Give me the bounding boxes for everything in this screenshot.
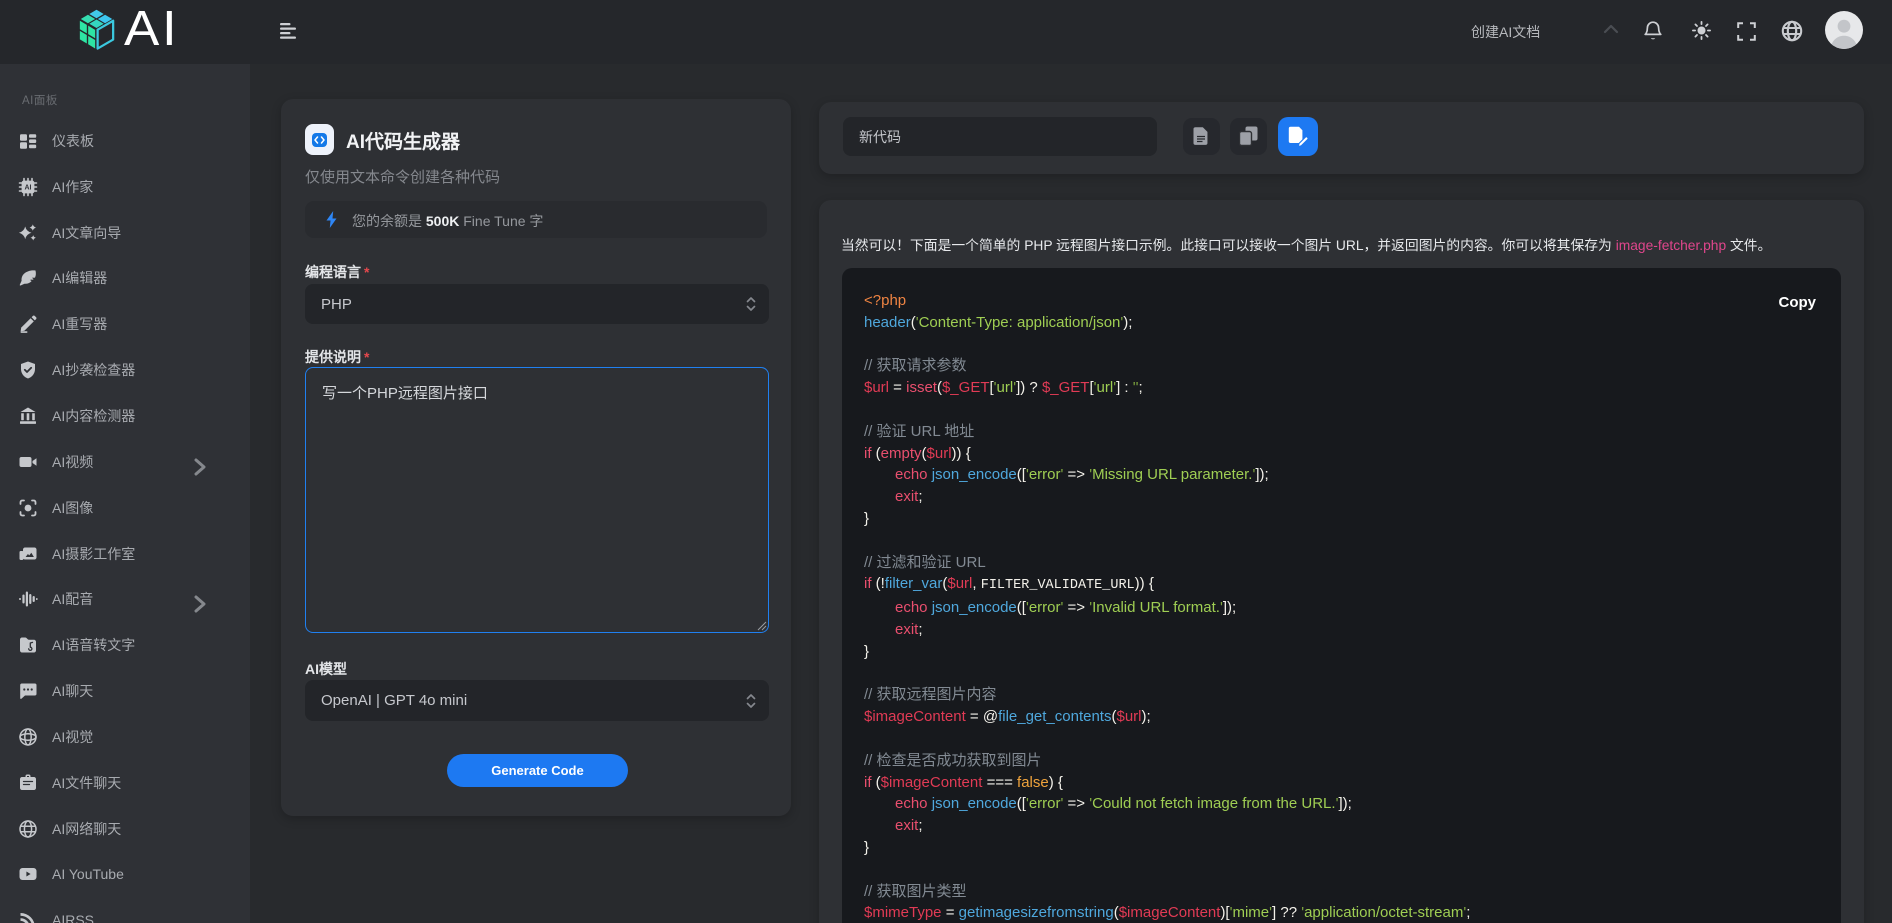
svg-text:AI: AI (25, 184, 32, 191)
